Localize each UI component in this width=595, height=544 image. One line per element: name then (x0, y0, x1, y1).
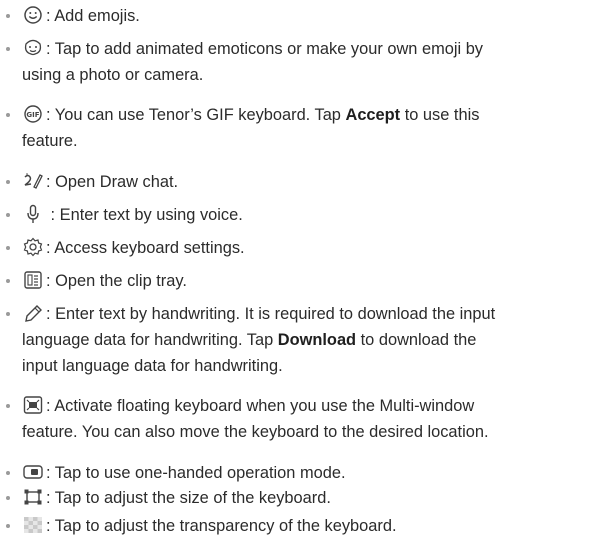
item-line: : Open Draw chat. (22, 170, 178, 194)
item-line: : Open the clip tray. (22, 269, 187, 293)
item-text: to use this (400, 106, 480, 124)
item-text: language data for handwriting. Tap (22, 331, 278, 349)
item-text: input language data for handwriting. (22, 357, 283, 375)
item-text: : Open Draw chat. (46, 173, 179, 191)
item-line: : Enter text by using voice. (22, 203, 243, 227)
item-line: : Tap to add animated emoticons or make … (22, 37, 483, 61)
item-line: : Add emojis. (22, 4, 140, 28)
smiley-emoji-icon (22, 5, 44, 25)
item-text: feature. (22, 132, 78, 150)
bullet (6, 496, 10, 500)
item-line: input language data for handwriting. (22, 354, 283, 378)
item-text: : Add emojis. (46, 7, 140, 25)
resize-keyboard-icon (22, 487, 44, 507)
item-line: feature. (22, 129, 78, 153)
item-text: : Enter text by using voice. (46, 206, 243, 224)
item-text: to download the (356, 331, 477, 349)
item-line: feature. You can also move the keyboard … (22, 420, 489, 444)
bullet (6, 524, 10, 528)
item-text: : You can use Tenor’s GIF keyboard. Tap (46, 106, 346, 124)
bullet (6, 471, 10, 475)
item-text: : Tap to adjust the transparency of the … (46, 517, 397, 535)
item-line: : Access keyboard settings. (22, 236, 245, 260)
gear-settings-icon (22, 237, 44, 257)
item-text: using a photo or camera. (22, 66, 204, 84)
item-line: language data for handwriting. Tap Downl… (22, 328, 476, 352)
floating-keyboard-icon (22, 395, 44, 415)
item-line: : Tap to use one-handed operation mode. (22, 461, 346, 485)
bullet (6, 404, 10, 408)
bullet (6, 113, 10, 117)
item-text: : Tap to add animated emoticons or make … (46, 40, 484, 58)
bullet (6, 312, 10, 316)
svg-text:GIF: GIF (26, 111, 39, 119)
item-line: GIF : You can use Tenor’s GIF keyboard. … (22, 103, 479, 127)
handwriting-pen-icon (22, 303, 44, 323)
item-text: : Access keyboard settings. (46, 239, 245, 257)
transparency-icon (22, 515, 44, 535)
download-label: Download (277, 331, 357, 349)
bullet (6, 279, 10, 283)
animated-emoticon-icon (22, 38, 44, 58)
item-line: : Tap to adjust the size of the keyboard… (22, 486, 331, 510)
accept-label: Accept (345, 106, 401, 124)
bullet (6, 180, 10, 184)
item-line: : Enter text by handwriting. It is requi… (22, 302, 495, 326)
bullet (6, 213, 10, 217)
gif-icon: GIF (22, 104, 44, 124)
item-text: : Enter text by handwriting. It is requi… (46, 305, 496, 323)
item-line: : Tap to adjust the transparency of the … (22, 514, 397, 538)
item-line: : Activate floating keyboard when you us… (22, 394, 474, 418)
bullet (6, 246, 10, 250)
item-text: : Tap to use one-handed operation mode. (46, 464, 346, 482)
clip-tray-icon (22, 270, 44, 290)
item-text: : Open the clip tray. (46, 272, 187, 290)
item-line: using a photo or camera. (22, 63, 203, 87)
draw-chat-icon (22, 171, 44, 191)
item-text: : Tap to adjust the size of the keyboard… (46, 489, 331, 507)
one-handed-mode-icon (22, 462, 44, 482)
bullet (6, 14, 10, 18)
item-text: feature. You can also move the keyboard … (22, 423, 489, 441)
bullet (6, 47, 10, 51)
microphone-icon (22, 204, 44, 224)
item-text: : Activate floating keyboard when you us… (46, 397, 475, 415)
